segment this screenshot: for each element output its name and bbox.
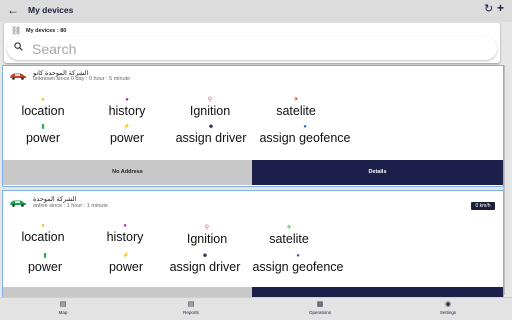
power-button[interactable]: ▮ power (18, 123, 68, 145)
map-icon: ▤ (59, 301, 67, 308)
nav-reports[interactable]: ▤ Reports (171, 300, 211, 315)
device-card[interactable]: الشركة الموحدة كانو unknown since 0 day … (2, 65, 504, 187)
power-cut-button[interactable]: ⚡ power (102, 123, 152, 145)
ignition-button[interactable]: ⚲ Ignition (183, 96, 237, 118)
device-status: online since : 1 hour : 1 minute (33, 203, 108, 209)
satellite-button[interactable]: ✈ satelite (261, 224, 317, 246)
details-button[interactable]: Details (252, 160, 503, 185)
key-icon: ⚲ (204, 225, 210, 231)
page-title: My devices (28, 5, 74, 15)
location-pin-icon: ● (41, 97, 45, 103)
device-status: unknown since 0 day : 0 hour : 5 minute (33, 76, 131, 82)
speed-badge: 0 km/h (471, 202, 495, 210)
app-bar: ← My devices ↻ + (0, 0, 512, 22)
refresh-icon[interactable]: ↻ (484, 2, 493, 15)
search-input[interactable] (32, 40, 472, 57)
add-icon[interactable]: + (497, 1, 504, 15)
location-pin-icon: ● (41, 223, 45, 229)
car-outline-icon: ⛓ (11, 26, 22, 35)
search-icon (14, 42, 23, 51)
settings-icon: ◉ (444, 301, 452, 308)
satellite-icon: ✈ (293, 97, 299, 103)
back-arrow-icon[interactable]: ← (7, 3, 19, 17)
device-card[interactable]: الشركة الموحدة online since : 1 hour : 1… (2, 190, 504, 312)
assign-geofence-button[interactable]: ● assign geofence (253, 123, 357, 145)
bottom-navigation: ▤ Map ▤ Reports ▦ Operations ◉ Settings (0, 297, 512, 320)
history-button[interactable]: ● history (100, 222, 150, 244)
ignition-button[interactable]: ⚲ Ignition (180, 224, 234, 246)
battery-icon: ▮ (41, 124, 45, 130)
devices-count: My devices : 80 (26, 28, 67, 34)
car-icon (10, 200, 26, 207)
plug-icon: ⚡ (122, 253, 130, 259)
nav-map[interactable]: ▤ Map (43, 300, 83, 315)
reports-icon: ▤ (187, 301, 195, 308)
power-cut-button[interactable]: ⚡ power (101, 252, 151, 274)
assign-driver-button[interactable]: ☻ assign driver (165, 252, 245, 274)
satellite-button[interactable]: ✈ satelite (268, 96, 324, 118)
power-button[interactable]: ▮ power (20, 252, 70, 274)
grid-icon: ▦ (316, 301, 324, 308)
address-button[interactable]: No Address (3, 160, 252, 185)
location-button[interactable]: ● location (18, 96, 68, 118)
search-card: ⛓ My devices : 80 (4, 23, 500, 63)
car-icon (10, 73, 26, 80)
search-bar[interactable] (7, 37, 497, 60)
geofence-icon: ● (296, 253, 300, 259)
location-button[interactable]: ● location (18, 222, 68, 244)
satellite-icon: ✈ (286, 225, 292, 231)
history-button[interactable]: ● history (102, 96, 152, 118)
driver-icon: ☻ (201, 253, 209, 259)
history-icon: ● (125, 97, 129, 103)
driver-icon: ☻ (207, 124, 215, 130)
nav-operations[interactable]: ▦ Operations (300, 300, 340, 315)
device-name: الشركة الموحدة (33, 196, 77, 203)
plug-icon: ⚡ (123, 124, 131, 130)
geofence-icon: ● (303, 124, 307, 130)
battery-icon: ▮ (43, 253, 47, 259)
card-actions: No Address Details (3, 160, 503, 185)
key-icon: ⚲ (207, 97, 213, 103)
assign-driver-button[interactable]: ☻ assign driver (171, 123, 251, 145)
nav-settings[interactable]: ◉ Settings (428, 300, 468, 315)
assign-geofence-button[interactable]: ● assign geofence (246, 252, 350, 274)
history-icon: ● (123, 223, 127, 229)
